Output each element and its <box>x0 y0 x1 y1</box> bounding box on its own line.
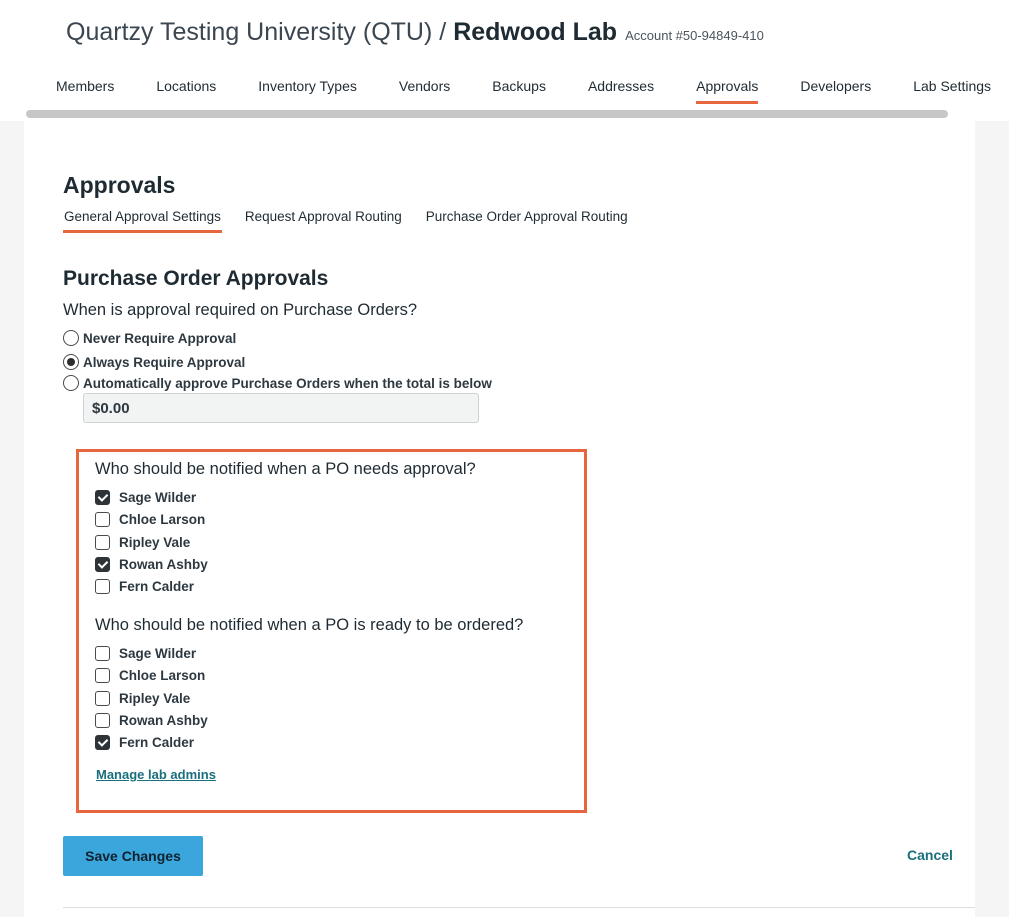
checkbox[interactable] <box>95 735 110 750</box>
ready-to-order-question: Who should be notified when a PO is read… <box>95 616 524 634</box>
notify-approval-ripley-vale[interactable]: Ripley Vale <box>95 535 190 550</box>
notify-order-ripley-vale[interactable]: Ripley Vale <box>95 691 190 706</box>
person-name: Ripley Vale <box>119 535 191 550</box>
notify-approval-sage-wilder[interactable]: Sage Wilder <box>95 490 196 505</box>
lab-name: Redwood Lab <box>453 18 618 46</box>
approval-required-question: When is approval required on Purchase Or… <box>63 301 418 319</box>
radio-never-require-input[interactable] <box>63 330 79 346</box>
save-changes-button[interactable]: Save Changes <box>63 836 203 876</box>
person-name: Fern Calder <box>119 735 195 750</box>
person-name: Sage Wilder <box>119 646 197 661</box>
page-title: Approvals <box>63 172 176 198</box>
notify-approval-fern-calder[interactable]: Fern Calder <box>95 579 194 594</box>
subtab-request-approval-routing[interactable]: Request Approval Routing <box>244 209 403 233</box>
notify-approval-chloe-larson[interactable]: Chloe Larson <box>95 512 205 527</box>
auto-approve-threshold-input[interactable] <box>83 393 479 423</box>
person-name: Rowan Ashby <box>119 713 208 728</box>
account-number: Account #50-94849-410 <box>625 28 764 43</box>
notify-order-sage-wilder[interactable]: Sage Wilder <box>95 646 196 661</box>
radio-auto-approve-label: Automatically approve Purchase Orders wh… <box>83 375 492 391</box>
manage-lab-admins-link[interactable]: Manage lab admins <box>96 767 216 782</box>
settings-nav: Members Locations Inventory Types Vendor… <box>56 78 1009 104</box>
radio-always-require-input[interactable] <box>63 354 79 370</box>
checkbox[interactable] <box>95 668 110 683</box>
checkbox[interactable] <box>95 490 110 505</box>
radio-auto-approve-input[interactable] <box>63 375 79 391</box>
checkbox[interactable] <box>95 691 110 706</box>
tab-lab-settings[interactable]: Lab Settings <box>913 78 991 104</box>
radio-always-require[interactable]: Always Require Approval <box>63 354 245 370</box>
cancel-link[interactable]: Cancel <box>907 847 953 863</box>
notification-settings-box: Who should be notified when a PO needs a… <box>76 449 587 813</box>
subtab-general-approval-settings[interactable]: General Approval Settings <box>63 209 222 233</box>
person-name: Rowan Ashby <box>119 557 208 572</box>
person-name: Fern Calder <box>119 579 195 594</box>
checkbox[interactable] <box>95 557 110 572</box>
org-name: Quartzy Testing University (QTU) / <box>66 18 447 46</box>
tab-developers[interactable]: Developers <box>800 78 871 104</box>
tab-backups[interactable]: Backups <box>492 78 546 104</box>
notify-order-chloe-larson[interactable]: Chloe Larson <box>95 668 205 683</box>
radio-never-require-label: Never Require Approval <box>83 330 237 346</box>
tab-members[interactable]: Members <box>56 78 114 104</box>
tab-inventory-types[interactable]: Inventory Types <box>258 78 357 104</box>
po-approvals-heading: Purchase Order Approvals <box>63 267 329 290</box>
approvals-panel: Approvals General Approval Settings Requ… <box>24 121 975 917</box>
page-header-title: Quartzy Testing University (QTU) / Redwo… <box>66 18 764 47</box>
needs-approval-question: Who should be notified when a PO needs a… <box>95 460 476 478</box>
tab-locations[interactable]: Locations <box>156 78 216 104</box>
checkbox[interactable] <box>95 646 110 661</box>
nav-horizontal-scrollbar[interactable] <box>26 110 948 118</box>
notify-order-fern-calder[interactable]: Fern Calder <box>95 735 194 750</box>
person-name: Sage Wilder <box>119 490 197 505</box>
radio-always-require-label: Always Require Approval <box>83 354 246 370</box>
approvals-subtabs: General Approval Settings Request Approv… <box>63 209 651 233</box>
checkbox[interactable] <box>95 579 110 594</box>
radio-auto-approve-below[interactable]: Automatically approve Purchase Orders wh… <box>63 375 492 391</box>
notify-order-rowan-ashby[interactable]: Rowan Ashby <box>95 713 208 728</box>
checkbox[interactable] <box>95 535 110 550</box>
subtab-po-approval-routing[interactable]: Purchase Order Approval Routing <box>425 209 629 233</box>
radio-never-require[interactable]: Never Require Approval <box>63 330 236 346</box>
person-name: Chloe Larson <box>119 668 206 683</box>
tab-vendors[interactable]: Vendors <box>399 78 450 104</box>
person-name: Chloe Larson <box>119 512 206 527</box>
notify-approval-rowan-ashby[interactable]: Rowan Ashby <box>95 557 208 572</box>
person-name: Ripley Vale <box>119 691 191 706</box>
footer-divider <box>63 907 975 908</box>
tab-approvals[interactable]: Approvals <box>696 78 759 104</box>
tab-addresses[interactable]: Addresses <box>588 78 654 104</box>
checkbox[interactable] <box>95 713 110 728</box>
checkbox[interactable] <box>95 512 110 527</box>
app-header: Quartzy Testing University (QTU) / Redwo… <box>0 0 1009 121</box>
